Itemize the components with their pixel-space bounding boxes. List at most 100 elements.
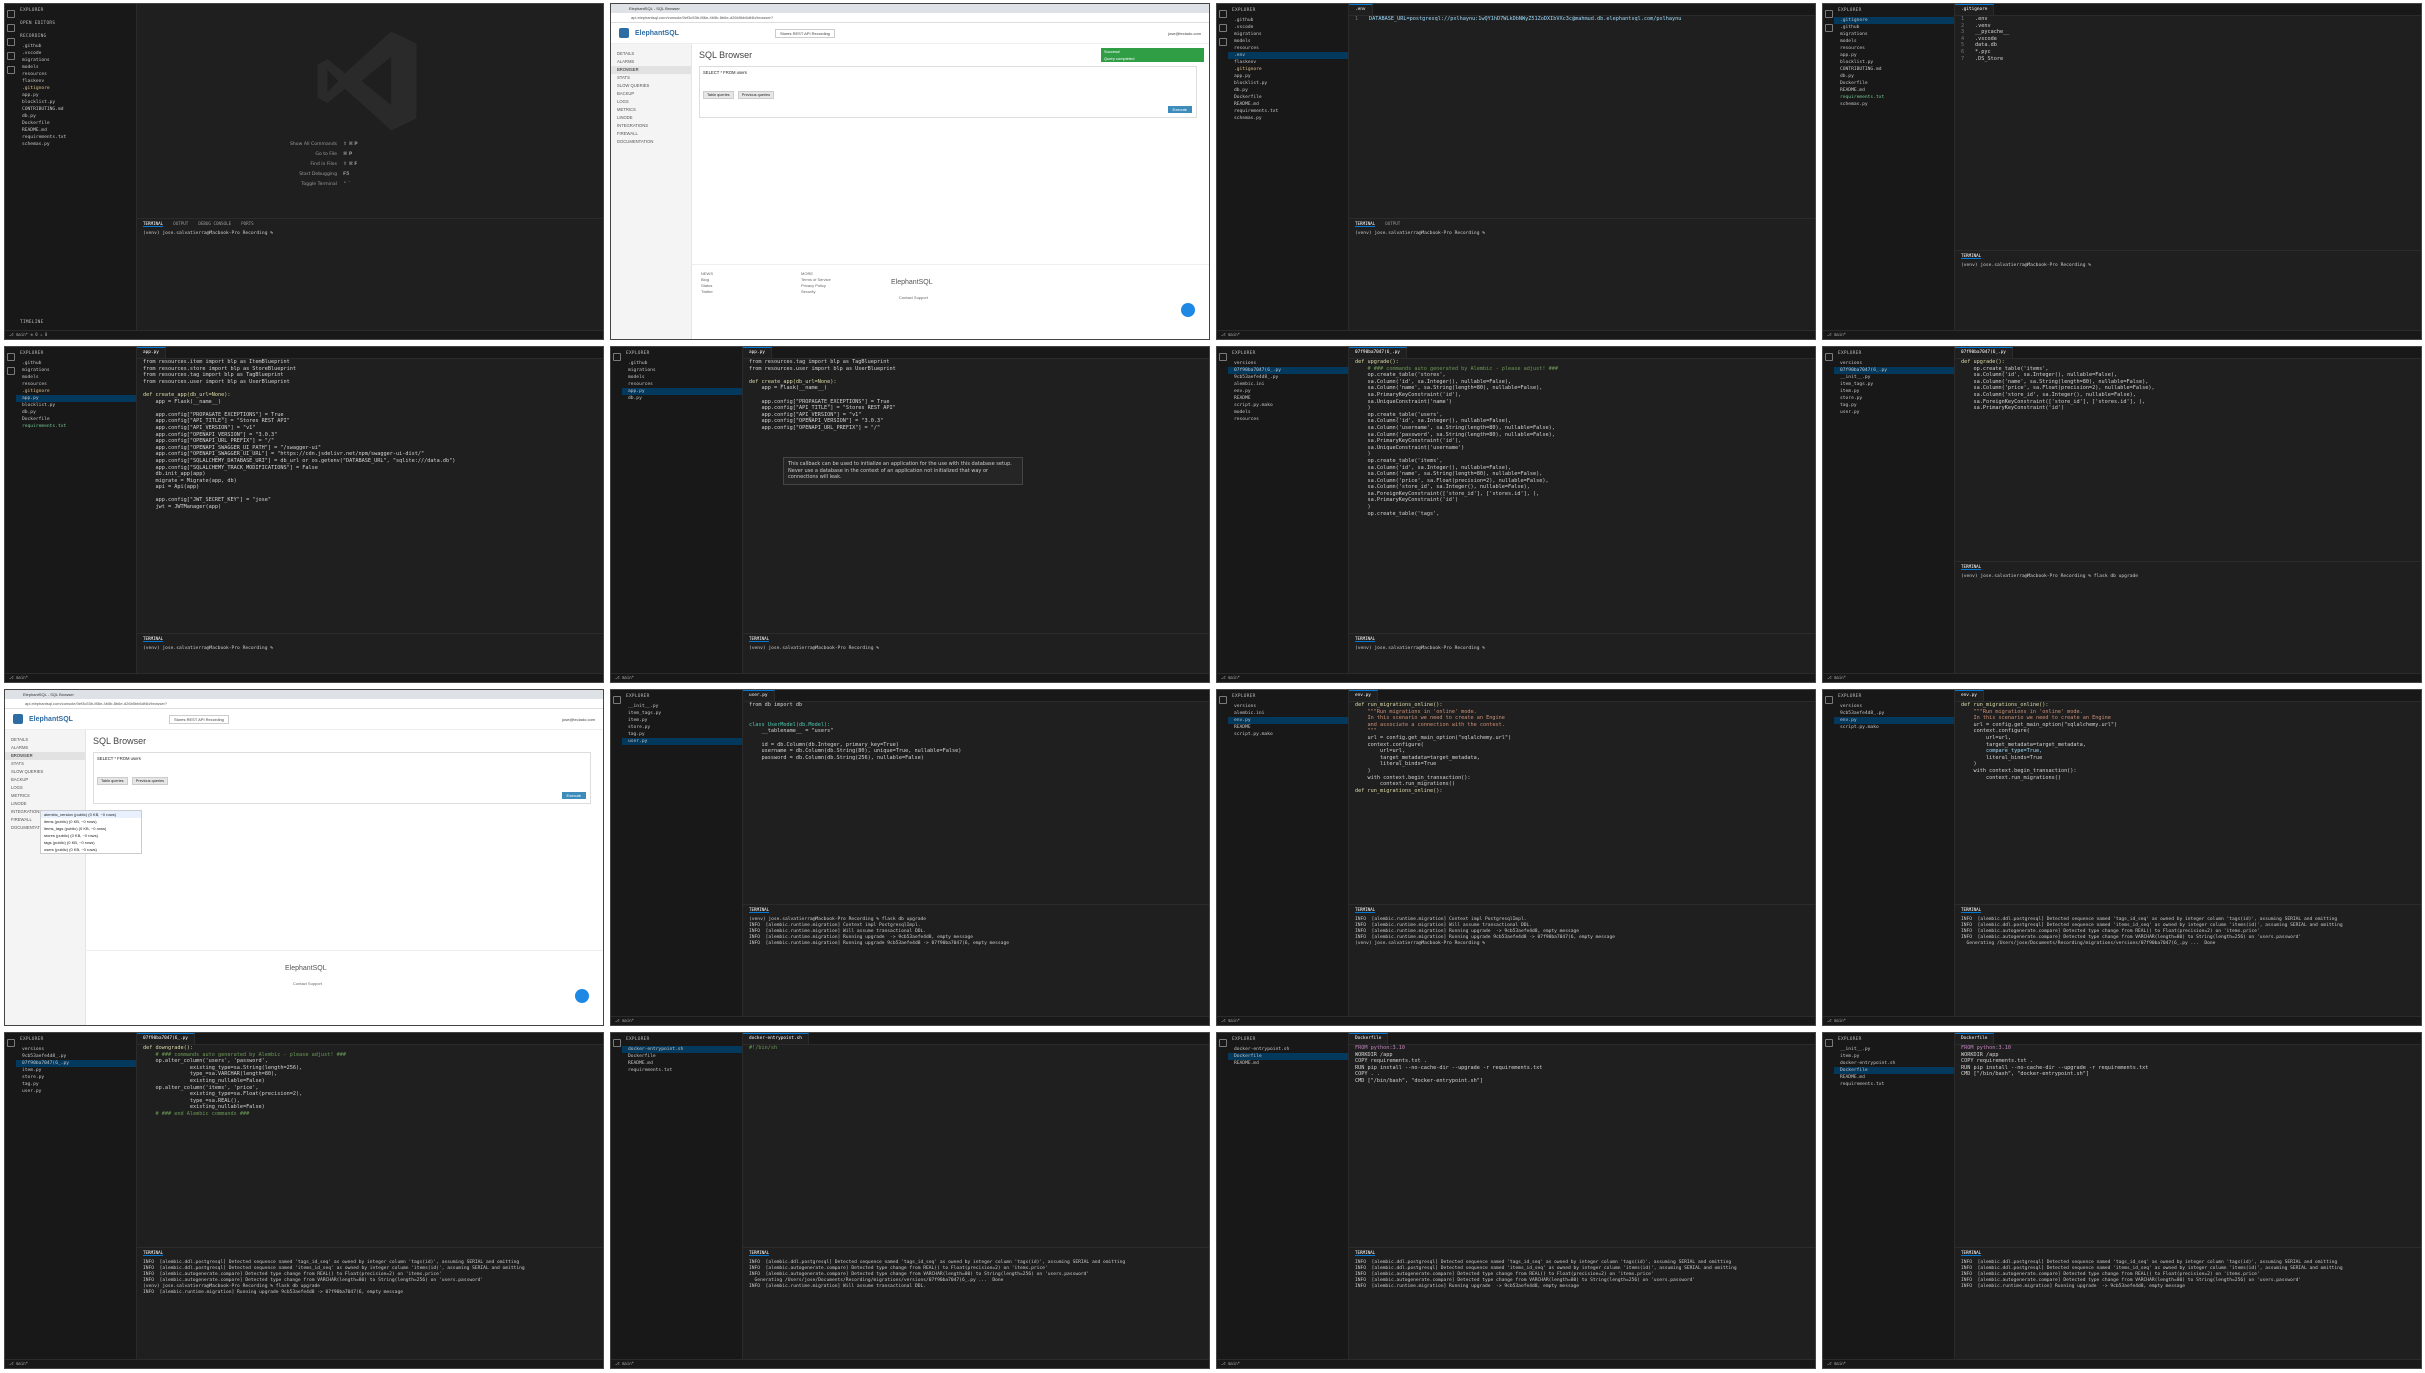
file-item[interactable]: resources <box>16 381 136 388</box>
sidebar-item[interactable]: SLOW QUERIES <box>611 82 691 90</box>
branch-status[interactable]: ⎇ main* <box>1827 1361 1846 1366</box>
file-item[interactable]: Dockerfile <box>622 1053 742 1060</box>
file-item[interactable]: README.md <box>1834 87 1954 94</box>
tab-terminal[interactable]: TERMINAL <box>143 221 164 227</box>
branch-status[interactable]: ⎇ main* <box>615 675 634 680</box>
sidebar-item[interactable]: ALARMS <box>5 744 85 752</box>
file-item[interactable]: schemas.py <box>16 141 136 148</box>
sidebar-item[interactable]: BACKUP <box>611 90 691 98</box>
file-item[interactable]: migrations <box>1228 31 1348 38</box>
file-item[interactable]: CONTRIBUTING.md <box>1834 66 1954 73</box>
file-item[interactable]: __init__.py <box>622 703 742 710</box>
file-item[interactable]: .github <box>622 360 742 367</box>
code-editor[interactable]: def upgrade(): # ### commands auto gener… <box>1349 359 1815 517</box>
dropdown-option[interactable]: tags (public) (0 KB, ~0 rows) <box>41 839 141 846</box>
code-editor[interactable]: 1 .env 2 .venv 3 __pycache__ 4 .vscode 5 data… <box>1955 16 2421 62</box>
account-email[interactable]: jose@teclado.com <box>1168 31 1201 36</box>
sidebar-item[interactable]: LINODE <box>5 800 85 808</box>
file-item[interactable]: 9cb53aefe4d8_.py <box>16 1053 136 1060</box>
file-item[interactable]: __init__.py <box>1834 374 1954 381</box>
source-control-icon[interactable] <box>1218 38 1227 46</box>
tab-migration[interactable]: 07f90ba7047(6_.py <box>1349 347 1407 358</box>
sidebar-item[interactable]: DETAILS <box>611 50 691 58</box>
file-item-migration[interactable]: 07f90ba7047(6_.py <box>1228 367 1348 374</box>
search-icon[interactable] <box>6 367 15 375</box>
file-item[interactable]: README.md <box>1228 1060 1348 1067</box>
file-item[interactable]: migrations <box>16 367 136 374</box>
sidebar-item[interactable]: LOGS <box>611 98 691 106</box>
tab-terminal[interactable]: TERMINAL <box>1961 564 1982 570</box>
folder-recording[interactable]: RECORDING <box>16 30 136 43</box>
tab-terminal[interactable]: TERMINAL <box>749 1250 770 1256</box>
shortcut-row[interactable]: Go to File ⌘ P <box>277 150 358 160</box>
files-icon[interactable] <box>1824 1039 1833 1047</box>
branch-status[interactable]: ⎇ main* <box>1827 1018 1846 1023</box>
file-item[interactable]: Dockerfile <box>1834 80 1954 87</box>
file-item[interactable]: README <box>1228 395 1348 402</box>
source-control-icon[interactable] <box>6 38 15 46</box>
file-item[interactable]: .gitignore <box>1228 66 1348 73</box>
file-item[interactable]: requirements.txt <box>622 1067 742 1074</box>
code-editor[interactable]: def downgrade(): # ### commands auto gen… <box>137 1045 603 1118</box>
files-icon[interactable] <box>6 1039 15 1047</box>
file-item[interactable]: .gitignore <box>16 388 136 395</box>
tab-terminal[interactable]: TERMINAL <box>1355 1250 1376 1256</box>
file-item[interactable]: requirements.txt <box>1834 94 1954 101</box>
file-item[interactable]: models <box>1228 409 1348 416</box>
dropdown-option[interactable]: items_tags (public) (0 KB, ~0 rows) <box>41 825 141 832</box>
file-item[interactable]: db.py <box>1228 87 1348 94</box>
files-icon[interactable] <box>1824 696 1833 704</box>
file-item[interactable]: item.py <box>1834 1053 1954 1060</box>
tab-terminal[interactable]: TERMINAL <box>143 636 164 642</box>
browser-tab[interactable]: ElephantSQL - SQL Browser <box>5 690 603 699</box>
tab-user-py[interactable]: user.py <box>743 690 775 701</box>
file-item-app[interactable]: app.py <box>622 388 742 395</box>
file-item[interactable]: requirements.txt <box>16 423 136 430</box>
branch-status[interactable]: ⎇ main* <box>1827 675 1846 680</box>
problems-status[interactable]: ⊗ 0 ⚠ 0 <box>30 332 47 337</box>
timeline-section[interactable]: TIMELINE <box>16 316 48 329</box>
tab-dockerfile[interactable]: Dockerfile <box>1955 1033 1995 1044</box>
file-item[interactable]: Dockerfile <box>1228 94 1348 101</box>
code-editor[interactable]: from resources.tag import blp as TagBlue… <box>743 359 1209 432</box>
tab-terminal[interactable]: TERMINAL <box>1961 253 1982 259</box>
code-editor[interactable]: FROM python:3.10 WORKDIR /app COPY requi… <box>1955 1045 2421 1078</box>
terminal-prompt[interactable]: (venv) jose.salvatierra@Macbook-Pro Reco… <box>137 229 603 239</box>
sidebar-item-browser[interactable]: BROWSER <box>611 66 691 74</box>
chat-icon[interactable] <box>575 989 589 1003</box>
dropdown-option[interactable]: alembic_version (public) (0 KB, ~0 rows) <box>41 811 141 818</box>
branch-status[interactable]: ⎇ main* <box>1221 332 1240 337</box>
file-item[interactable]: .gitignore <box>16 85 136 92</box>
file-item[interactable]: item.py <box>1834 388 1954 395</box>
file-item-migration[interactable]: 07f90ba7047(6_.py <box>1834 367 1954 374</box>
open-editors-section[interactable]: OPEN EDITORS <box>16 17 136 30</box>
file-item[interactable]: tag.py <box>16 1081 136 1088</box>
file-item[interactable]: models <box>1834 38 1954 45</box>
file-item[interactable]: Dockerfile <box>16 416 136 423</box>
files-icon[interactable] <box>1218 1039 1227 1047</box>
file-item[interactable]: blocklist.py <box>1834 59 1954 66</box>
branch-status[interactable]: ⎇ main* <box>615 1361 634 1366</box>
instance-select[interactable]: Stores REST API Recording <box>774 28 835 38</box>
tab-migration[interactable]: 07f90ba7047(6_.py <box>1955 347 2013 358</box>
file-item[interactable]: 9cb53aefe4d8_.py <box>1834 710 1954 717</box>
files-icon[interactable] <box>1218 10 1227 18</box>
file-item[interactable]: alembic.ini <box>1228 381 1348 388</box>
file-item[interactable]: README.md <box>16 127 136 134</box>
terminal-prompt[interactable]: (venv) jose.salvatierra@Macbook-Pro Reco… <box>1955 261 2421 271</box>
file-item[interactable]: alembic.ini <box>1228 710 1348 717</box>
tab-terminal[interactable]: TERMINAL <box>1355 907 1376 913</box>
file-item[interactable]: __init__.py <box>1834 1046 1954 1053</box>
file-item[interactable]: blocklist.py <box>16 99 136 106</box>
code-editor[interactable]: FROM python:3.10 WORKDIR /app COPY requi… <box>1349 1045 1815 1085</box>
dropdown-option[interactable]: stores (public) (0 KB, ~0 rows) <box>41 832 141 839</box>
file-item-app[interactable]: app.py <box>16 395 136 402</box>
sidebar-item[interactable]: SLOW QUERIES <box>5 768 85 776</box>
file-item[interactable]: .github <box>1228 17 1348 24</box>
files-icon[interactable] <box>1824 10 1833 18</box>
tab-env[interactable]: .env <box>1349 4 1373 15</box>
file-item[interactable]: env.py <box>1228 388 1348 395</box>
file-item[interactable]: user.py <box>1834 409 1954 416</box>
file-item[interactable]: versions <box>16 1046 136 1053</box>
files-icon[interactable] <box>612 353 621 361</box>
